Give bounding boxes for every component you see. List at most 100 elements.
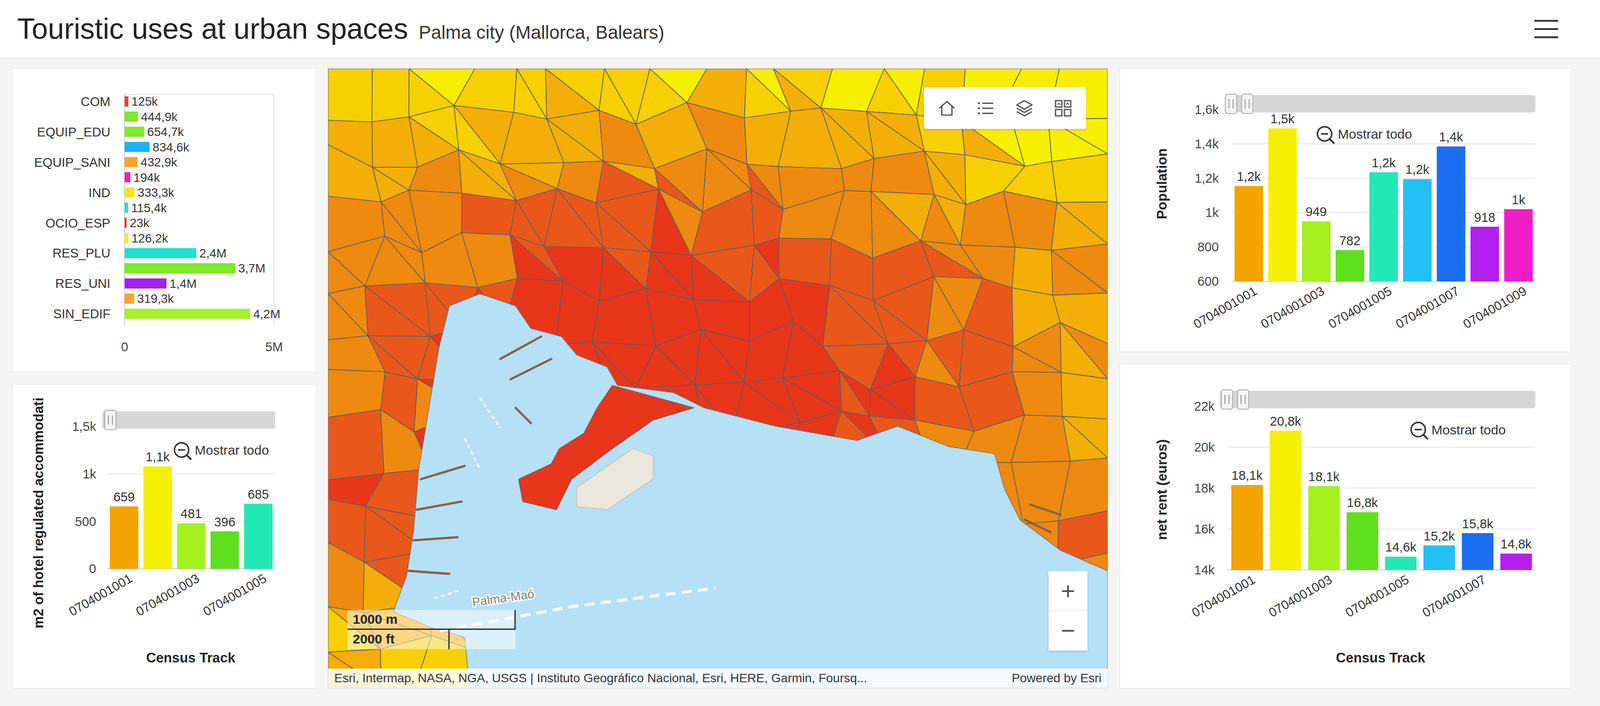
census-tract[interactable] [650, 189, 692, 256]
census-tract[interactable] [328, 68, 373, 122]
menu-icon[interactable] [1533, 18, 1560, 40]
bar[interactable] [1403, 179, 1432, 282]
census-tract[interactable] [695, 329, 745, 386]
census-tract[interactable] [869, 389, 916, 421]
census-tract[interactable] [920, 194, 961, 246]
zoom-out-button[interactable]: − [1048, 611, 1088, 651]
census-tract[interactable] [365, 236, 426, 286]
census-tract[interactable] [690, 245, 754, 303]
census-tract[interactable] [773, 68, 821, 112]
scrollbar-handle[interactable] [104, 410, 116, 430]
chart-scrollbar[interactable] [102, 411, 275, 429]
bar[interactable] [143, 466, 173, 570]
census-tract[interactable] [924, 151, 966, 205]
census-tract[interactable] [924, 151, 966, 205]
census-tract[interactable] [866, 68, 917, 116]
show-all-button[interactable]: Mostrar todo [1411, 422, 1506, 440]
census-tract[interactable] [367, 336, 418, 380]
census-tract[interactable] [1062, 416, 1108, 462]
census-tract[interactable] [546, 119, 604, 163]
census-tract[interactable] [513, 68, 547, 120]
census-tract[interactable] [839, 370, 871, 417]
census-tract[interactable] [1012, 347, 1061, 373]
chart-scrollbar[interactable] [1224, 95, 1536, 113]
scrollbar-handle[interactable] [104, 410, 116, 430]
census-tract[interactable] [635, 346, 695, 389]
census-tract[interactable] [873, 300, 927, 345]
census-tract[interactable] [690, 255, 750, 303]
scrollbar-handle[interactable] [1225, 94, 1237, 114]
zoom-in-button[interactable]: + [1048, 571, 1088, 612]
bar[interactable] [124, 141, 150, 152]
census-tract[interactable] [328, 543, 365, 614]
port-mole[interactable] [518, 385, 695, 510]
census-tract[interactable] [926, 277, 964, 341]
census-tract[interactable] [1060, 322, 1108, 380]
census-tract[interactable] [1060, 372, 1108, 420]
bar[interactable] [1436, 146, 1466, 282]
legend-button[interactable] [966, 90, 1006, 126]
census-tract[interactable] [779, 238, 832, 286]
bar[interactable] [243, 504, 273, 570]
bar[interactable] [1346, 512, 1379, 571]
bar[interactable] [1461, 533, 1494, 571]
bar[interactable] [124, 232, 129, 244]
scrollbar-handle[interactable] [1221, 390, 1233, 410]
census-tract[interactable] [1051, 154, 1108, 203]
bar[interactable] [1234, 185, 1264, 282]
bar[interactable] [1269, 431, 1302, 571]
census-tract[interactable] [591, 288, 656, 347]
layers-button[interactable] [1005, 90, 1044, 126]
bar[interactable] [1369, 172, 1398, 282]
bar[interactable] [124, 157, 138, 168]
show-all-button[interactable]: Mostrar todo [174, 443, 270, 460]
bar[interactable] [124, 308, 251, 319]
census-tract[interactable] [596, 203, 651, 252]
bar[interactable] [1423, 545, 1456, 571]
census-tract[interactable] [1012, 247, 1054, 296]
home-button[interactable] [927, 90, 967, 126]
bar[interactable] [124, 96, 129, 107]
bar[interactable] [1268, 128, 1297, 282]
census-tract[interactable] [371, 68, 409, 122]
census-tract[interactable] [365, 286, 431, 337]
scrollbar-handle[interactable] [1241, 94, 1253, 114]
census-tract[interactable] [1011, 415, 1071, 463]
census-tract[interactable] [1012, 372, 1063, 417]
census-tract[interactable] [328, 410, 385, 481]
bar[interactable] [1308, 486, 1340, 571]
chart-scrollbar[interactable] [1219, 391, 1536, 409]
bar[interactable] [1503, 209, 1533, 282]
census-tract[interactable] [751, 189, 784, 246]
census-tract[interactable] [1058, 458, 1108, 522]
bar[interactable] [177, 523, 206, 570]
basemap-button[interactable] [1043, 90, 1083, 126]
bar[interactable] [124, 248, 197, 259]
show-all-button[interactable]: Mostrar todo [1317, 126, 1412, 144]
census-tract[interactable] [866, 111, 925, 159]
census-tract[interactable] [841, 158, 875, 192]
bar[interactable] [1500, 554, 1533, 571]
bar[interactable] [1231, 485, 1264, 571]
census-tract[interactable] [328, 293, 368, 340]
bar[interactable] [124, 187, 135, 198]
census-tract[interactable] [544, 188, 604, 248]
census-tract[interactable] [1060, 322, 1108, 380]
bar[interactable] [124, 263, 236, 274]
bar[interactable] [124, 278, 167, 289]
bar[interactable] [124, 126, 145, 137]
bar[interactable] [1385, 557, 1417, 571]
census-tract[interactable] [1051, 250, 1108, 296]
census-tract[interactable] [820, 108, 875, 170]
bar[interactable] [109, 506, 139, 570]
bar[interactable] [124, 111, 138, 122]
census-tract[interactable] [454, 68, 518, 113]
bar[interactable] [124, 202, 129, 213]
census-tract[interactable] [1003, 191, 1057, 251]
bar[interactable] [1335, 250, 1365, 282]
census-tract[interactable] [871, 151, 935, 195]
census-tract[interactable] [1051, 202, 1108, 251]
census-tract[interactable] [408, 149, 462, 194]
census-tract[interactable] [461, 232, 518, 289]
map-canvas[interactable]: Palma-Maó [328, 68, 1108, 689]
